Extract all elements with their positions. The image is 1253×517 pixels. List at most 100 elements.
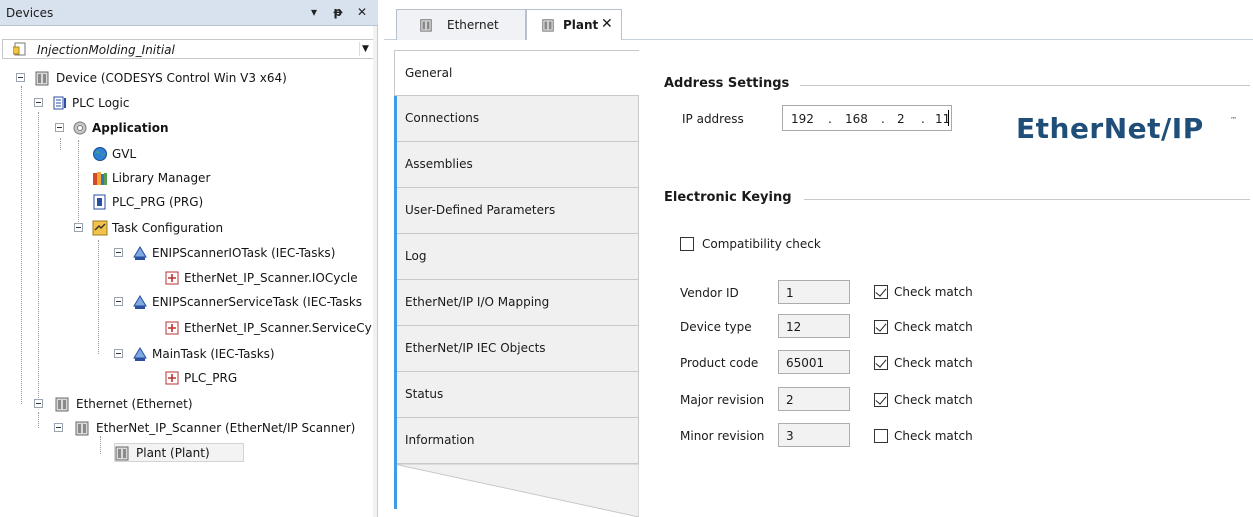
- tree-item-task-configuration[interactable]: Task Configuration: [0, 218, 378, 238]
- project-selector[interactable]: InjectionMolding_Initial ▼: [2, 39, 376, 59]
- tree-label: Library Manager: [112, 171, 211, 185]
- tree-item-enip-service-task[interactable]: ENIPScannerServiceTask (IEC-Tasks: [0, 292, 378, 312]
- library-icon: [93, 172, 107, 185]
- tab-label: Ethernet: [447, 18, 499, 32]
- nav-status[interactable]: Status: [394, 372, 639, 418]
- devices-pane-header: Devices ▾ ᵽ ✕: [0, 0, 378, 26]
- ip-octet-3[interactable]: 2: [897, 112, 905, 126]
- section-divider: [804, 199, 1250, 200]
- logo-trademark: ™: [1230, 116, 1237, 124]
- application-gear-icon: [73, 121, 87, 135]
- pane-pin-icon[interactable]: ᵽ: [330, 4, 346, 20]
- ip-dot: .: [921, 112, 925, 126]
- device-type-check-match[interactable]: [874, 320, 888, 334]
- tree-item-plant[interactable]: Plant (Plant): [0, 443, 378, 463]
- tree-label: Ethernet (Ethernet): [76, 397, 193, 411]
- tree-item-enip-scanner[interactable]: EtherNet_IP_Scanner (EtherNet/IP Scanner…: [0, 418, 378, 438]
- minor-revision-check-match[interactable]: [874, 429, 888, 443]
- collapse-icon[interactable]: [54, 423, 63, 432]
- collapse-icon[interactable]: [114, 349, 123, 358]
- devices-scrollbar[interactable]: [373, 26, 377, 517]
- tree-label: EtherNet_IP_Scanner (EtherNet/IP Scanner…: [96, 421, 356, 435]
- field-value: 2: [786, 393, 794, 407]
- devices-pane-title: Devices: [6, 6, 54, 20]
- ip-octet-2[interactable]: 168: [845, 112, 868, 126]
- nav-accent-bar: [394, 96, 397, 509]
- collapse-icon[interactable]: [34, 399, 43, 408]
- nav-connections[interactable]: Connections: [394, 96, 639, 142]
- tree-label: Device (CODESYS Control Win V3 x64): [56, 71, 287, 85]
- task-config-icon: [92, 220, 108, 236]
- plc-logic-icon: [53, 96, 66, 110]
- ip-dot: .: [828, 112, 832, 126]
- check-match-label: Check match: [894, 285, 973, 299]
- nav-label: General: [405, 66, 453, 80]
- nav-general[interactable]: General: [394, 50, 639, 96]
- section-divider: [800, 85, 1250, 86]
- nav-bottom-shape: [394, 464, 639, 517]
- major-revision-check-match[interactable]: [874, 393, 888, 407]
- nav-io-mapping[interactable]: EtherNet/IP I/O Mapping: [394, 280, 639, 326]
- minor-revision-label: Minor revision: [680, 429, 765, 443]
- tab-plant[interactable]: Plant ✕: [526, 9, 622, 40]
- collapse-icon[interactable]: [34, 98, 43, 107]
- tree-item-application[interactable]: Application: [0, 118, 378, 138]
- device-icon: [75, 421, 89, 436]
- nav-label: Connections: [405, 111, 480, 125]
- nav-assemblies[interactable]: Assemblies: [394, 142, 639, 188]
- task-icon: [133, 347, 147, 361]
- tree-item-main-task[interactable]: MainTask (IEC-Tasks): [0, 344, 378, 364]
- device-icon: [55, 397, 69, 412]
- editor-area: Ethernet Plant ✕ General Connections Ass…: [384, 0, 1253, 517]
- compatibility-check-checkbox[interactable]: [680, 237, 694, 251]
- nav-log[interactable]: Log: [394, 234, 639, 280]
- ip-address-label: IP address: [682, 112, 744, 126]
- collapse-icon[interactable]: [16, 73, 25, 82]
- tree-label: EtherNet_IP_Scanner.IOCycle: [184, 271, 358, 285]
- project-file-icon: [13, 42, 26, 56]
- tab-ethernet[interactable]: Ethernet: [396, 9, 526, 40]
- nav-label: EtherNet/IP IEC Objects: [405, 341, 546, 355]
- chevron-down-icon[interactable]: ▼: [359, 42, 371, 56]
- vendor-id-label: Vendor ID: [680, 286, 739, 300]
- ip-address-input[interactable]: 192 . 168 . 2 . 11: [782, 105, 952, 131]
- collapse-icon[interactable]: [55, 123, 64, 132]
- tree-item-ethernet[interactable]: Ethernet (Ethernet): [0, 394, 378, 414]
- tree-item-service-cycle[interactable]: EtherNet_IP_Scanner.ServiceCy: [0, 318, 378, 338]
- field-value: 1: [786, 286, 794, 300]
- call-icon: [165, 271, 179, 285]
- pane-dropdown-icon[interactable]: ▾: [306, 4, 322, 20]
- collapse-icon[interactable]: [74, 223, 83, 232]
- vendor-id-field: 1: [778, 280, 850, 304]
- tab-label: Plant: [563, 18, 599, 32]
- tree-item-plc-logic[interactable]: PLC Logic: [0, 93, 378, 113]
- nav-information[interactable]: Information: [394, 418, 639, 464]
- text-caret: [948, 110, 949, 126]
- tree-item-plc-prg[interactable]: PLC_PRG (PRG): [0, 192, 378, 212]
- field-value: 12: [786, 320, 802, 334]
- ip-octet-1[interactable]: 192: [791, 112, 814, 126]
- tree-label: Task Configuration: [112, 221, 224, 235]
- major-revision-label: Major revision: [680, 393, 765, 407]
- tree-item-device[interactable]: Device (CODESYS Control Win V3 x64): [0, 68, 378, 88]
- tree-item-main-plc-prg[interactable]: PLC_PRG: [0, 368, 378, 388]
- program-icon: [93, 194, 106, 210]
- collapse-icon[interactable]: [114, 297, 123, 306]
- call-icon: [165, 321, 179, 335]
- device-icon: [115, 446, 129, 461]
- vendor-id-check-match[interactable]: [874, 285, 888, 299]
- pane-close-icon[interactable]: ✕: [354, 4, 370, 20]
- tree-item-enip-io-task[interactable]: ENIPScannerIOTask (IEC-Tasks): [0, 243, 378, 263]
- collapse-icon[interactable]: [114, 248, 123, 257]
- field-value: 65001: [786, 356, 825, 370]
- tree-item-gvl[interactable]: GVL: [0, 144, 378, 164]
- close-tab-icon[interactable]: ✕: [601, 16, 613, 32]
- tree-item-library-manager[interactable]: Library Manager: [0, 168, 378, 188]
- nav-iec-objects[interactable]: EtherNet/IP IEC Objects: [394, 326, 639, 372]
- product-code-check-match[interactable]: [874, 356, 888, 370]
- nav-label: Log: [405, 249, 427, 263]
- nav-user-defined-parameters[interactable]: User-Defined Parameters: [394, 188, 639, 234]
- tree-item-io-cycle[interactable]: EtherNet_IP_Scanner.IOCycle: [0, 268, 378, 288]
- device-type-field: 12: [778, 314, 850, 338]
- globe-icon: [93, 147, 107, 161]
